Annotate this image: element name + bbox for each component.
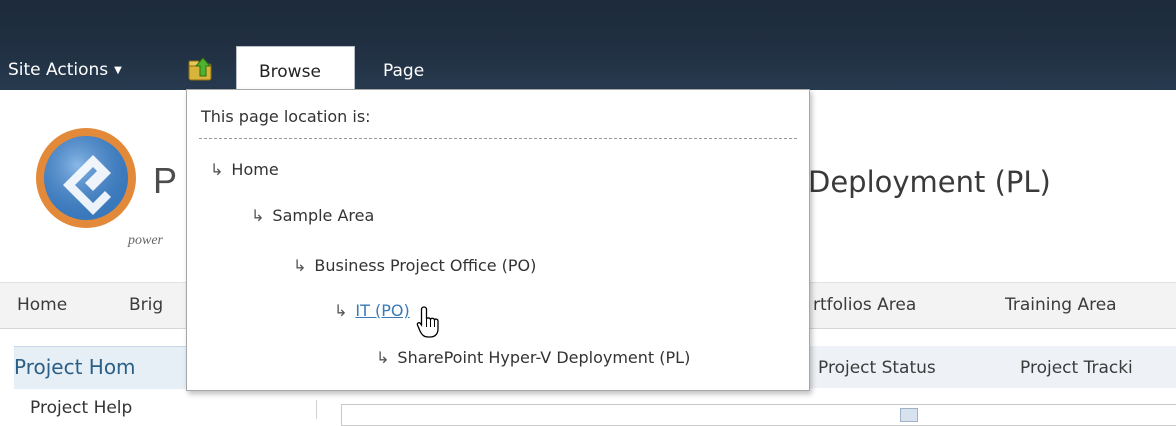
site-actions-menu[interactable]: Site Actions ▼: [8, 60, 122, 80]
brand-logo-icon[interactable]: [33, 125, 139, 231]
quicklaunch-header-label: Project Hom: [14, 355, 136, 379]
site-actions-label: Site Actions: [8, 60, 109, 80]
hierarchy-arrow-icon: ↳: [210, 160, 224, 179]
topnav-item-training-area[interactable]: Training Area: [1005, 295, 1117, 315]
hierarchy-arrow-icon: ↳: [251, 206, 265, 225]
dropdown-heading: This page location is:: [201, 107, 371, 126]
tab-page[interactable]: Page: [383, 61, 424, 81]
crumb-link-label: IT (PO): [355, 301, 410, 320]
hierarchy-arrow-icon: ↳: [376, 348, 390, 367]
hand-pointer-icon: [416, 306, 439, 338]
quicklaunch-item-project-help[interactable]: Project Help: [30, 398, 132, 418]
topnav-item-home[interactable]: Home: [17, 295, 67, 315]
page-title: Deployment (PL): [808, 165, 1051, 199]
logo-letter: P: [153, 160, 178, 201]
crumb-label: Sample Area: [272, 206, 375, 225]
chevron-down-icon: ▼: [114, 65, 122, 76]
scroll-up-icon[interactable]: [900, 408, 918, 422]
sub-navigation: Project Status Project Tracki: [800, 346, 1176, 388]
ribbon-bar: Site Actions ▼ Browse Page: [0, 0, 1176, 90]
crumb-label: SharePoint Hyper-V Deployment (PL): [397, 348, 691, 367]
location-crumb-sample-area[interactable]: ↳ Sample Area: [251, 206, 374, 225]
navigate-up-icon[interactable]: [186, 54, 216, 84]
crumb-label: Business Project Office (PO): [314, 256, 537, 275]
quicklaunch-header[interactable]: Project Hom: [14, 346, 190, 389]
topnav-item-brig[interactable]: Brig: [129, 295, 163, 315]
dropdown-divider: [199, 138, 797, 139]
subnav-item-project-tracking[interactable]: Project Tracki: [1020, 358, 1133, 378]
content-field[interactable]: [341, 404, 1176, 426]
tab-page-label: Page: [383, 61, 425, 81]
page-location-dropdown: This page location is: ↳ Home ↳ Sample Are…: [186, 89, 810, 391]
subnav-item-project-status[interactable]: Project Status: [818, 358, 936, 378]
tab-browse[interactable]: Browse: [236, 46, 355, 90]
location-crumb-it-po[interactable]: ↳ IT (PO): [334, 301, 410, 320]
hierarchy-arrow-icon: ↳: [293, 256, 307, 275]
location-crumb-sharepoint-deployment[interactable]: ↳ SharePoint Hyper-V Deployment (PL): [376, 348, 690, 367]
location-crumb-home[interactable]: ↳ Home: [210, 160, 279, 179]
crumb-label: Home: [231, 160, 279, 179]
divider: [316, 400, 317, 419]
hierarchy-arrow-icon: ↳: [334, 301, 348, 320]
tab-browse-label: Browse: [259, 62, 321, 82]
tagline: power: [128, 233, 163, 248]
location-crumb-business-project-office[interactable]: ↳ Business Project Office (PO): [293, 256, 536, 275]
topnav-item-portfolios-area[interactable]: rtfolios Area: [813, 295, 916, 315]
